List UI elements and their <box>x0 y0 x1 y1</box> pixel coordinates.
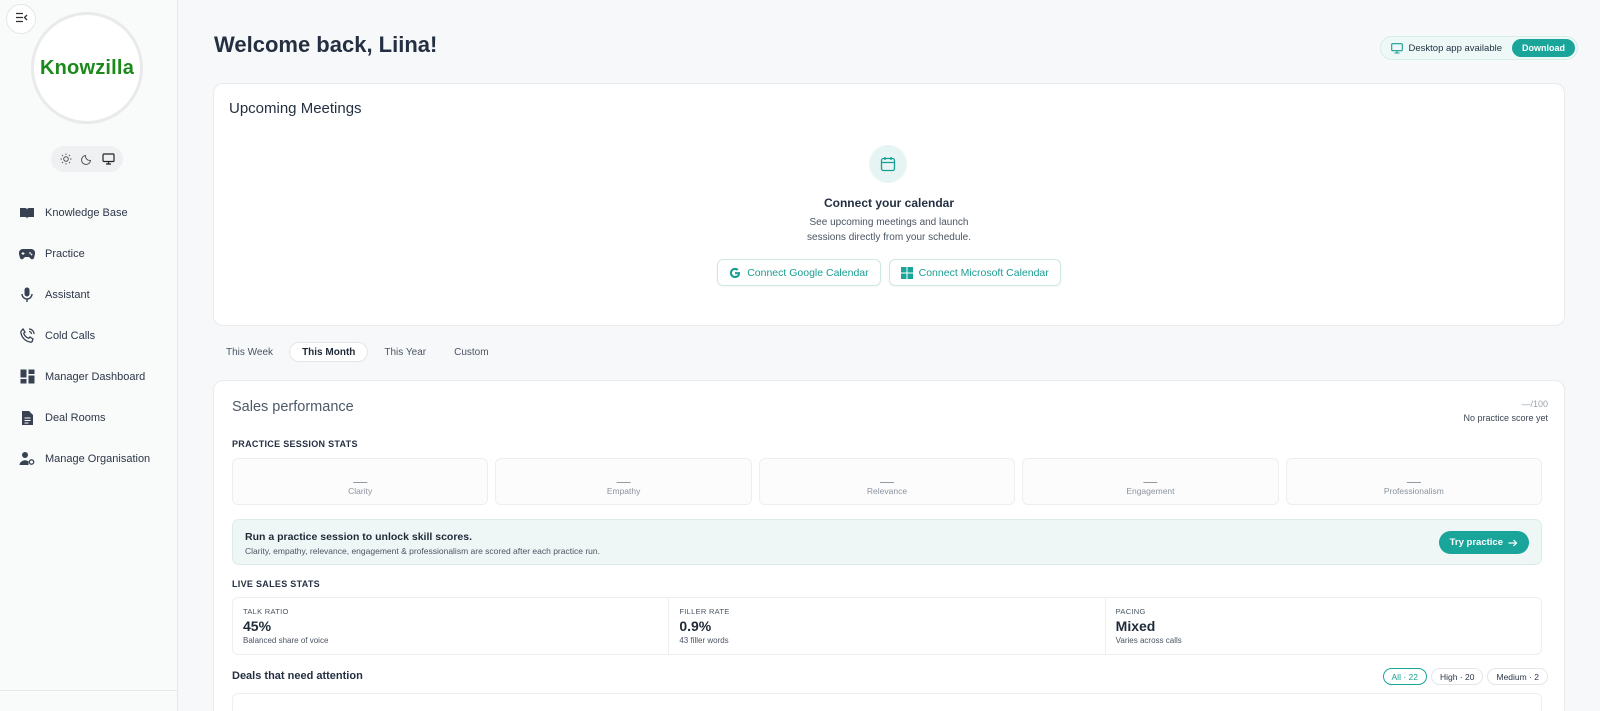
skill-card-empathy: — Empathy <box>495 458 752 505</box>
sidebar-item-label: Practice <box>45 247 85 260</box>
download-button[interactable]: Download <box>1512 39 1575 57</box>
tab-this-month[interactable]: This Month <box>289 342 369 362</box>
unlock-description: Clarity, empathy, relevance, engagement … <box>245 546 600 556</box>
connect-microsoft-calendar-label: Connect Microsoft Calendar <box>918 266 1049 279</box>
stat-heading: FILLER RATE <box>679 607 730 616</box>
tab-this-year[interactable]: This Year <box>372 342 438 362</box>
sales-performance-card: Sales performance —/100 No practice scor… <box>213 380 1565 711</box>
deal-filter-all[interactable]: All · 22 <box>1382 668 1427 685</box>
stat-value: 0.9% <box>679 618 712 634</box>
tab-this-week[interactable]: This Week <box>214 342 285 362</box>
sun-icon[interactable] <box>56 149 76 169</box>
stat-subtext: Varies across calls <box>1115 636 1182 645</box>
deal-filter-high[interactable]: High · 20 <box>1430 668 1484 685</box>
sidebar: Knowzilla Knowledge Base Practice Assist… <box>0 0 178 711</box>
calendar-buttons: Connect Google Calendar Connect Microsof… <box>214 259 1564 286</box>
sidebar-item-assistant[interactable]: Assistant <box>0 274 178 315</box>
deal-filter-medium[interactable]: Medium · 2 <box>1487 668 1548 685</box>
connect-calendar-title: Connect your calendar <box>823 196 955 210</box>
microsoft-icon <box>900 266 913 279</box>
practice-score-note: No practice score yet <box>1463 413 1548 423</box>
skill-label: Professionalism <box>1383 486 1444 496</box>
sidebar-item-manage-organisation[interactable]: Manage Organisation <box>0 438 178 479</box>
stat-heading: TALK RATIO <box>243 607 289 616</box>
stat-talk-ratio: TALK RATIO 45% Balanced share of voice <box>233 598 670 654</box>
tab-custom[interactable]: Custom <box>442 342 500 362</box>
stat-subtext: Balanced share of voice <box>243 636 329 645</box>
try-practice-button[interactable]: Try practice <box>1438 531 1529 554</box>
sidebar-item-deal-rooms[interactable]: Deal Rooms <box>0 397 178 438</box>
meetings-title: Upcoming Meetings <box>229 100 362 117</box>
sidebar-collapse-icon <box>15 10 28 28</box>
connect-calendar-desc-line-1: See upcoming meetings and launch <box>809 217 969 228</box>
gamepad-icon <box>19 246 35 262</box>
connect-calendar-desc: See upcoming meetings and launch session… <box>214 215 1564 245</box>
skill-label: Engagement <box>1126 486 1175 496</box>
skill-label: Relevance <box>866 486 908 496</box>
arrow-right-icon <box>1508 539 1518 547</box>
sidebar-item-label: Deal Rooms <box>45 411 106 424</box>
connect-google-calendar-button[interactable]: Connect Google Calendar <box>717 259 881 286</box>
skill-label: Clarity <box>348 486 373 496</box>
sidebar-item-practice[interactable]: Practice <box>0 233 178 274</box>
unlock-title: Run a practice session to unlock skill s… <box>245 531 473 543</box>
dashboard-icon <box>19 369 35 385</box>
sidebar-item-manager-dashboard[interactable]: Manager Dashboard <box>0 356 178 397</box>
sidebar-item-label: Manager Dashboard <box>45 370 146 383</box>
skill-card-relevance: — Relevance <box>758 458 1016 505</box>
stat-pacing: PACING Mixed Varies across calls <box>1106 598 1541 654</box>
deal-filters: All · 22 High · 20 Medium · 2 <box>1382 668 1548 685</box>
desktop-app-text: Desktop app available <box>1408 42 1502 54</box>
skill-card-engagement: — Engagement <box>1022 458 1279 505</box>
unlock-skills-banner: Run a practice session to unlock skill s… <box>232 519 1542 565</box>
microphone-icon <box>19 287 35 303</box>
sales-performance-title: Sales performance <box>232 399 354 415</box>
google-icon <box>729 267 741 279</box>
sidebar-divider <box>0 690 178 691</box>
logo-text: Knowzilla <box>39 56 135 79</box>
theme-switch <box>51 146 123 172</box>
sidebar-item-label: Knowledge Base <box>45 206 128 219</box>
stat-subtext: 43 filler words <box>679 636 729 645</box>
stat-value: Mixed <box>1115 618 1156 634</box>
period-tabs: This Week This Month This Year Custom <box>214 342 501 362</box>
skill-label: Empathy <box>606 486 641 496</box>
document-icon <box>19 410 35 426</box>
practice-score-value: —/100 <box>1521 399 1548 409</box>
sidebar-item-label: Manage Organisation <box>45 452 151 465</box>
live-sales-stats-label: LIVE SALES STATS <box>232 579 320 589</box>
sidebar-item-knowledge-base[interactable]: Knowledge Base <box>0 192 178 233</box>
users-cog-icon <box>19 451 35 467</box>
sidebar-item-label: Cold Calls <box>45 329 96 342</box>
practice-session-stats-label: PRACTICE SESSION STATS <box>232 439 358 449</box>
live-sales-stats: TALK RATIO 45% Balanced share of voice F… <box>232 597 1542 655</box>
logo: Knowzilla <box>31 12 143 124</box>
sidebar-item-cold-calls[interactable]: Cold Calls <box>0 315 178 356</box>
connect-microsoft-calendar-button[interactable]: Connect Microsoft Calendar <box>888 259 1061 286</box>
stat-heading: PACING <box>1115 607 1146 616</box>
skill-card-professionalism: — Professionalism <box>1285 458 1543 505</box>
skill-scores: — Clarity — Empathy — Relevance — Engage… <box>232 458 1543 505</box>
deals-list <box>232 693 1542 711</box>
deals-attention-title: Deals that need attention <box>232 670 363 682</box>
stat-value: 45% <box>243 618 272 634</box>
upcoming-meetings-card: Upcoming Meetings Connect your calendar … <box>213 83 1565 326</box>
book-open-icon <box>19 205 35 221</box>
main-content: Welcome back, Liina! Desktop app availab… <box>178 0 1600 711</box>
connect-calendar-desc-line-2: sessions directly from your schedule. <box>807 232 971 243</box>
monitor-icon[interactable] <box>98 149 118 169</box>
sidebar-nav: Knowledge Base Practice Assistant Cold C… <box>0 192 178 479</box>
page-title: Welcome back, Liina! <box>214 32 438 57</box>
calendar-icon <box>869 145 907 183</box>
skill-card-clarity: — Clarity <box>232 458 489 505</box>
sidebar-item-label: Assistant <box>45 288 90 301</box>
moon-icon[interactable] <box>77 149 97 169</box>
phone-call-icon <box>19 328 35 344</box>
sidebar-collapse-button[interactable] <box>6 4 36 34</box>
connect-google-calendar-label: Connect Google Calendar <box>747 266 869 279</box>
desktop-app-banner: Desktop app available Download <box>1379 36 1578 60</box>
stat-filler-rate: FILLER RATE 0.9% 43 filler words <box>669 598 1106 654</box>
monitor-icon <box>1390 42 1403 54</box>
try-practice-label: Try practice <box>1449 537 1503 548</box>
